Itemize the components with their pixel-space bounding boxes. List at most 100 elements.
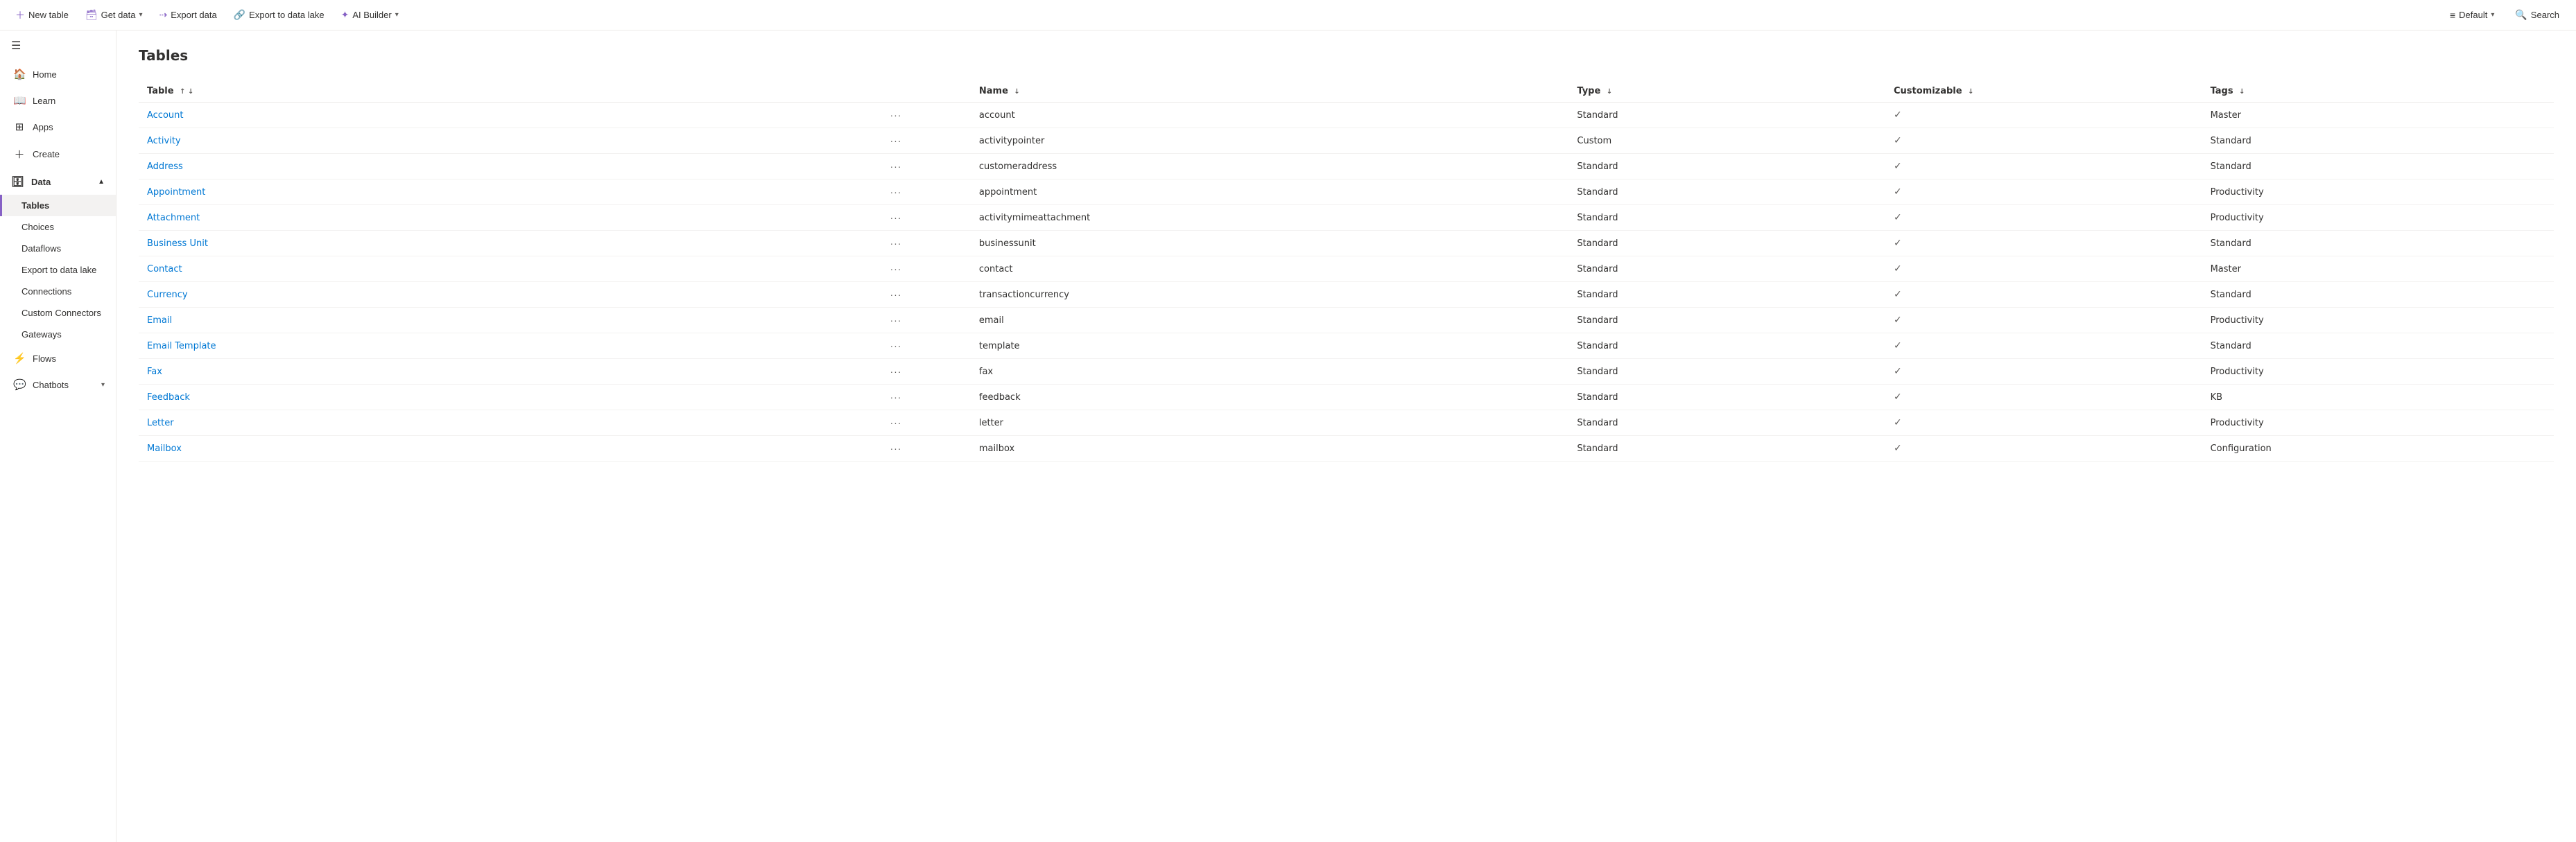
customizable-check-icon: ✓ xyxy=(1894,392,1902,403)
cell-type: Standard xyxy=(1568,436,1885,462)
export-data-button[interactable]: ⇢ Export data xyxy=(153,6,224,24)
apps-icon: ⊞ xyxy=(13,121,26,133)
cell-type: Standard xyxy=(1568,333,1885,359)
cell-table-name[interactable]: Business Unit xyxy=(139,231,877,256)
cell-customizable: ✓ xyxy=(1885,128,2202,154)
cell-dots: ··· xyxy=(877,282,970,308)
export-data-icon: ⇢ xyxy=(159,9,168,21)
ai-builder-button[interactable]: ✦ AI Builder ▾ xyxy=(334,6,406,24)
cell-table-name[interactable]: Email Template xyxy=(139,333,877,359)
cell-type: Standard xyxy=(1568,308,1885,333)
row-menu-button[interactable]: ··· xyxy=(885,416,906,430)
col-type-label: Type xyxy=(1577,86,1600,96)
sidebar-item-flows[interactable]: ⚡ Flows xyxy=(0,345,116,371)
chatbots-icon: 💬 xyxy=(13,378,26,391)
sidebar-item-create[interactable]: ＋ Create xyxy=(0,140,116,168)
cell-table-name[interactable]: Mailbox xyxy=(139,436,877,462)
sidebar-item-gateways[interactable]: Gateways xyxy=(0,324,116,345)
col-header-dots xyxy=(877,80,970,103)
row-menu-button[interactable]: ··· xyxy=(885,159,906,173)
sidebar-apps-label: Apps xyxy=(33,122,53,132)
sidebar-item-choices[interactable]: Choices xyxy=(0,216,116,238)
sidebar-item-custom-connectors[interactable]: Custom Connectors xyxy=(0,302,116,324)
row-menu-button[interactable]: ··· xyxy=(885,288,906,301)
cell-tags: Configuration xyxy=(2202,436,2554,462)
cell-table-name[interactable]: Fax xyxy=(139,359,877,385)
cell-table-name[interactable]: Currency xyxy=(139,282,877,308)
cell-table-name[interactable]: Contact xyxy=(139,256,877,282)
cell-table-name[interactable]: Email xyxy=(139,308,877,333)
cell-tags: Master xyxy=(2202,256,2554,282)
sidebar-item-export-lake[interactable]: Export to data lake xyxy=(0,259,116,281)
cell-tags: KB xyxy=(2202,385,2554,410)
hamburger-button[interactable]: ☰ xyxy=(0,30,116,61)
sidebar-item-apps[interactable]: ⊞ Apps xyxy=(0,114,116,140)
search-icon: 🔍 xyxy=(2515,9,2527,21)
sidebar-data-label: Data xyxy=(31,177,51,187)
data-chevron-up-icon: ▲ xyxy=(98,178,105,186)
cell-table-name[interactable]: Letter xyxy=(139,410,877,436)
customizable-check-icon: ✓ xyxy=(1894,186,1902,198)
cell-customizable: ✓ xyxy=(1885,333,2202,359)
table-row: Contact···contactStandard✓Master xyxy=(139,256,2554,282)
col-header-customizable[interactable]: Customizable ↓ xyxy=(1885,80,2202,103)
sidebar: ☰ 🏠 Home 📖 Learn ⊞ Apps ＋ Create 🗄 Data … xyxy=(0,30,116,842)
customizable-check-icon: ✓ xyxy=(1894,109,1902,121)
cell-tags: Standard xyxy=(2202,154,2554,179)
sidebar-gateways-label: Gateways xyxy=(21,329,62,340)
cell-type: Standard xyxy=(1568,205,1885,231)
sidebar-create-label: Create xyxy=(33,149,60,159)
col-header-type[interactable]: Type ↓ xyxy=(1568,80,1885,103)
export-to-data-lake-button[interactable]: 🔗 Export to data lake xyxy=(227,6,331,24)
cell-table-name[interactable]: Account xyxy=(139,103,877,128)
row-menu-button[interactable]: ··· xyxy=(885,441,906,455)
hamburger-icon: ☰ xyxy=(11,39,21,53)
chatbots-chevron-icon: ▾ xyxy=(101,381,105,389)
sidebar-item-tables[interactable]: Tables xyxy=(0,195,116,216)
cell-table-name[interactable]: Appointment xyxy=(139,179,877,205)
name-sort-icons: ↓ xyxy=(1014,88,1019,96)
cell-table-name[interactable]: Feedback xyxy=(139,385,877,410)
learn-icon: 📖 xyxy=(13,94,26,107)
search-label: Search xyxy=(2531,10,2559,20)
row-menu-button[interactable]: ··· xyxy=(885,313,906,327)
get-data-button[interactable]: 🗃 Get data ▾ xyxy=(78,6,150,24)
cell-table-name[interactable]: Address xyxy=(139,154,877,179)
table-body: Account···accountStandard✓MasterActivity… xyxy=(139,103,2554,462)
row-menu-button[interactable]: ··· xyxy=(885,262,906,276)
sidebar-item-learn[interactable]: 📖 Learn xyxy=(0,87,116,114)
sidebar-item-chatbots[interactable]: 💬 Chatbots ▾ xyxy=(0,371,116,398)
sidebar-item-home[interactable]: 🏠 Home xyxy=(0,61,116,87)
tags-sort-icons: ↓ xyxy=(2239,88,2245,96)
cell-type: Standard xyxy=(1568,410,1885,436)
cell-dots: ··· xyxy=(877,256,970,282)
col-header-name[interactable]: Name ↓ xyxy=(971,80,1569,103)
sidebar-item-connections[interactable]: Connections xyxy=(0,281,116,302)
row-menu-button[interactable]: ··· xyxy=(885,185,906,199)
get-data-icon: 🗃 xyxy=(85,9,98,21)
row-menu-button[interactable]: ··· xyxy=(885,134,906,148)
cell-tags: Standard xyxy=(2202,128,2554,154)
sidebar-item-dataflows[interactable]: Dataflows xyxy=(0,238,116,259)
row-menu-button[interactable]: ··· xyxy=(885,365,906,378)
table-row: Fax···faxStandard✓Productivity xyxy=(139,359,2554,385)
customizable-check-icon: ✓ xyxy=(1894,212,1902,223)
default-button[interactable]: ≡ Default ▾ xyxy=(2443,7,2501,24)
ai-builder-icon: ✦ xyxy=(341,9,349,21)
row-menu-button[interactable]: ··· xyxy=(885,390,906,404)
row-menu-button[interactable]: ··· xyxy=(885,108,906,122)
search-button[interactable]: 🔍 Search xyxy=(2507,6,2568,24)
row-menu-button[interactable]: ··· xyxy=(885,236,906,250)
new-table-button[interactable]: ＋ New table xyxy=(8,6,76,25)
sidebar-data-header[interactable]: 🗄 Data ▲ xyxy=(0,168,116,195)
row-menu-button[interactable]: ··· xyxy=(885,339,906,353)
table-row: Letter···letterStandard✓Productivity xyxy=(139,410,2554,436)
col-header-tags[interactable]: Tags ↓ xyxy=(2202,80,2554,103)
customizable-check-icon: ✓ xyxy=(1894,289,1902,300)
cell-dots: ··· xyxy=(877,359,970,385)
row-menu-button[interactable]: ··· xyxy=(885,211,906,225)
cell-table-name[interactable]: Activity xyxy=(139,128,877,154)
cell-table-name[interactable]: Attachment xyxy=(139,205,877,231)
toolbar: ＋ New table 🗃 Get data ▾ ⇢ Export data 🔗… xyxy=(0,0,2576,30)
col-header-table[interactable]: Table ↑ ↓ xyxy=(139,80,877,103)
